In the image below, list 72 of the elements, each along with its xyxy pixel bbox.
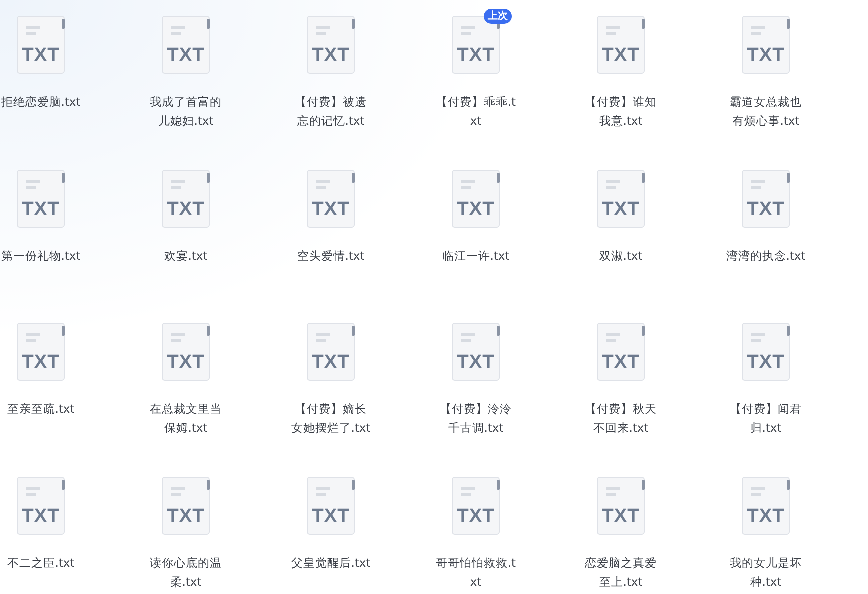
document-icon[interactable]: TXT [162,170,210,228]
file-name[interactable]: 哥哥怕怕救救.t xt [436,554,516,592]
file-type-label: TXT [747,46,785,65]
file-name[interactable]: 【付费】被遗 忘的记忆.txt [295,93,367,131]
file-type-label: TXT [457,200,495,218]
document-icon[interactable]: TXT [597,16,645,74]
file-type-label: TXT [602,353,640,372]
file-type-label: TXT [312,353,350,372]
document-icon[interactable]: TXT [17,16,65,74]
document-icon[interactable]: TXT [17,323,65,381]
file-name[interactable]: 至亲至疏.txt [7,400,75,419]
document-icon[interactable]: TXT [17,170,65,228]
file-name[interactable]: 双淑.txt [599,246,643,266]
document-icon[interactable]: TXT [452,476,500,534]
file-name[interactable]: 【付费】嫡长 女她摆烂了.txt [291,400,371,438]
file-type-label: TXT [457,353,495,372]
file-type-label: TXT [167,506,205,526]
file-name[interactable]: 不二之臣.txt [7,554,75,572]
document-icon[interactable]: TXT [307,170,355,228]
document-icon[interactable]: TXT [742,170,790,228]
file-type-label: TXT [312,506,350,526]
file-name[interactable]: 读你心底的温 柔.txt [150,554,222,592]
file-name[interactable]: 第一份礼物.txt [1,246,81,266]
file-name[interactable]: 父皇觉醒后.txt [291,554,371,572]
file-name[interactable]: 湾湾的执念.txt [726,246,806,266]
file-name[interactable]: 【付费】闻君 归.txt [730,400,802,438]
file-type-label: TXT [22,200,60,218]
document-icon[interactable]: TXT [452,323,500,381]
file-type-label: TXT [312,200,350,218]
document-icon[interactable]: TXT [742,476,790,534]
document-icon[interactable]: TXT [17,476,65,534]
document-icon[interactable]: TXT [742,323,790,381]
file-name[interactable]: 【付费】泠泠 千古调.txt [440,400,512,438]
file-type-label: TXT [312,46,350,65]
file-name[interactable]: 我成了首富的 儿媳妇.txt [150,93,222,131]
file-type-label: TXT [602,46,640,65]
file-name[interactable]: 拒绝恋爱脑.txt [1,93,81,112]
file-type-label: TXT [747,506,785,526]
file-type-label: TXT [167,200,205,218]
document-icon[interactable]: TXT [597,170,645,228]
file-type-label: TXT [602,506,640,526]
file-name[interactable]: 【付费】谁知 我意.txt [585,93,657,131]
file-type-label: TXT [457,46,495,65]
file-type-label: TXT [167,46,205,65]
document-icon[interactable]: TXT [742,16,790,74]
document-icon[interactable]: TXT [597,323,645,381]
file-name[interactable]: 欢宴.txt [164,246,208,266]
document-icon[interactable]: TXT [162,16,210,74]
file-name[interactable]: 在总裁文里当 保姆.txt [150,400,222,438]
file-type-label: TXT [747,353,785,372]
file-name[interactable]: 恋爱脑之真爱 至上.txt [585,554,657,592]
document-icon[interactable]: TXT [597,476,645,534]
file-name[interactable]: 空头爱情.txt [297,246,365,266]
document-icon[interactable]: TXT [307,16,355,74]
last-read-badge: 上次 [484,9,512,24]
document-icon[interactable]: TXT [307,323,355,381]
file-name[interactable]: 我的女儿是坏 种.txt [730,554,802,592]
file-type-label: TXT [22,506,60,526]
file-type-label: TXT [747,200,785,218]
document-icon[interactable]: TXT [162,323,210,381]
file-type-label: TXT [22,353,60,372]
file-name[interactable]: 【付费】乖乖.t xt [436,93,516,131]
file-name[interactable]: 霸道女总裁也 有烦心事.txt [730,93,802,131]
file-type-label: TXT [602,200,640,218]
document-icon[interactable]: TXT [452,170,500,228]
file-name[interactable]: 临江一许.txt [442,246,510,266]
file-type-label: TXT [22,46,60,65]
document-icon[interactable]: TXT [307,476,355,534]
document-icon[interactable]: TXT [162,476,210,534]
file-name[interactable]: 【付费】秋天 不回来.txt [585,400,657,438]
file-type-label: TXT [457,506,495,526]
file-type-label: TXT [167,353,205,372]
